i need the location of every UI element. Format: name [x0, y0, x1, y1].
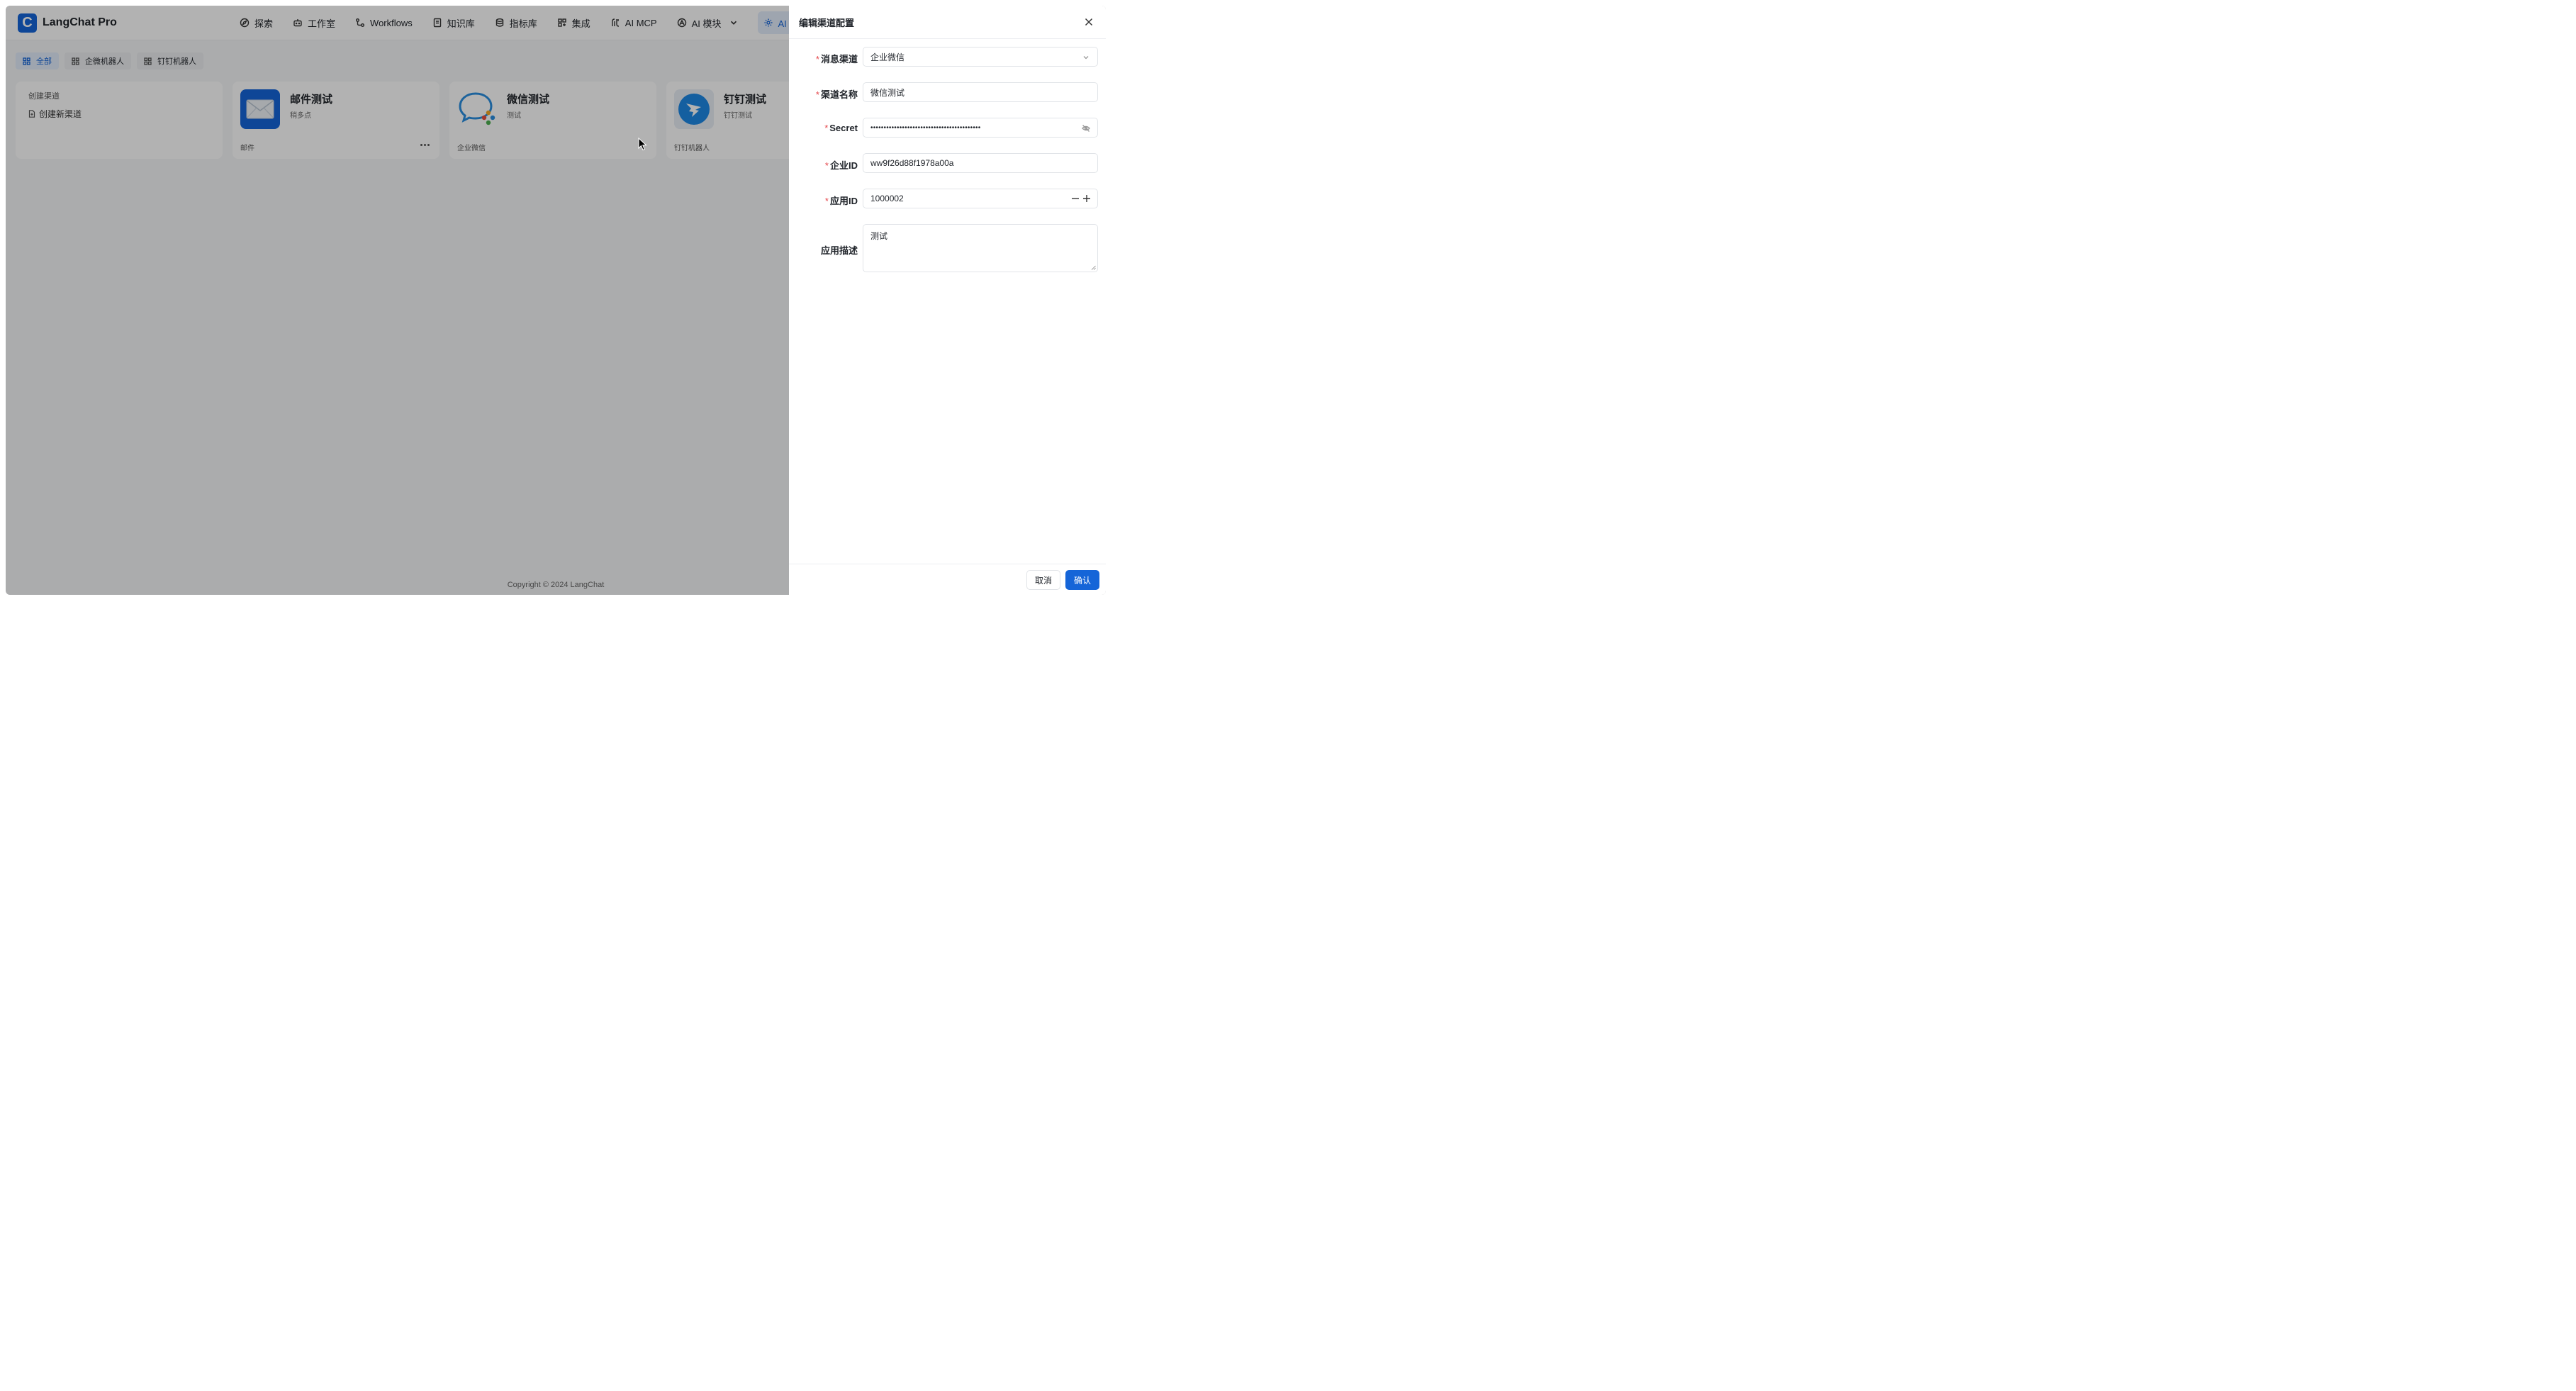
- input-value: ••••••••••••••••••••••••••••••••••••••••…: [870, 123, 981, 132]
- required-mark: *: [815, 89, 819, 100]
- input-value: 微信测试: [870, 87, 905, 98]
- required-mark: *: [824, 123, 829, 133]
- app-window: C LangChat Pro 探索 工作室 Workflows 知识库 指标库 …: [6, 6, 1106, 595]
- input-value: ww9f26d88f1978a00a: [870, 158, 954, 168]
- app-id-number-input[interactable]: 1000002: [863, 189, 1098, 208]
- channel-name-input[interactable]: 微信测试: [863, 82, 1098, 102]
- required-mark: *: [815, 54, 819, 65]
- drawer-title: 编辑渠道配置: [799, 17, 855, 28]
- confirm-button[interactable]: 确认: [1065, 570, 1099, 590]
- field-label: * 企业ID: [824, 160, 858, 171]
- field-label: * 消息渠道: [815, 54, 858, 65]
- field-label: * 应用ID: [824, 196, 858, 206]
- chevron-down-icon: [1082, 53, 1090, 64]
- secret-password-input[interactable]: ••••••••••••••••••••••••••••••••••••••••…: [863, 118, 1098, 138]
- channel-select[interactable]: 企业微信: [863, 47, 1098, 67]
- eye-off-icon[interactable]: [1082, 124, 1090, 135]
- required-mark: *: [824, 196, 829, 206]
- corp-id-input[interactable]: ww9f26d88f1978a00a: [863, 153, 1098, 173]
- field-label: * 渠道名称: [815, 89, 858, 100]
- decrement-button[interactable]: [1070, 194, 1080, 203]
- input-value: 1000002: [870, 194, 904, 203]
- minus-icon: [1072, 198, 1079, 199]
- field-label: 应用描述: [820, 245, 858, 256]
- app-desc-textarea[interactable]: 测试: [863, 224, 1098, 272]
- mouse-cursor-icon: [638, 138, 647, 151]
- plus-icon: [1083, 195, 1090, 202]
- cancel-button[interactable]: 取消: [1026, 570, 1060, 590]
- close-button[interactable]: [1085, 17, 1093, 26]
- quantity-stepper: [1069, 194, 1092, 203]
- drawer-header: 编辑渠道配置: [789, 6, 1106, 39]
- required-mark: *: [824, 160, 829, 171]
- textarea-value: 测试: [870, 231, 888, 241]
- edit-channel-drawer: 编辑渠道配置 *消息渠道 企业微信 *渠道名称 微信测试 *Secret: [789, 6, 1106, 595]
- close-icon: [1085, 18, 1093, 26]
- increment-button[interactable]: [1082, 194, 1092, 203]
- drawer-footer: 取消 确认: [789, 564, 1106, 595]
- select-value: 企业微信: [870, 52, 905, 62]
- field-label: * Secret: [824, 123, 858, 133]
- resize-handle-icon[interactable]: [1091, 265, 1096, 270]
